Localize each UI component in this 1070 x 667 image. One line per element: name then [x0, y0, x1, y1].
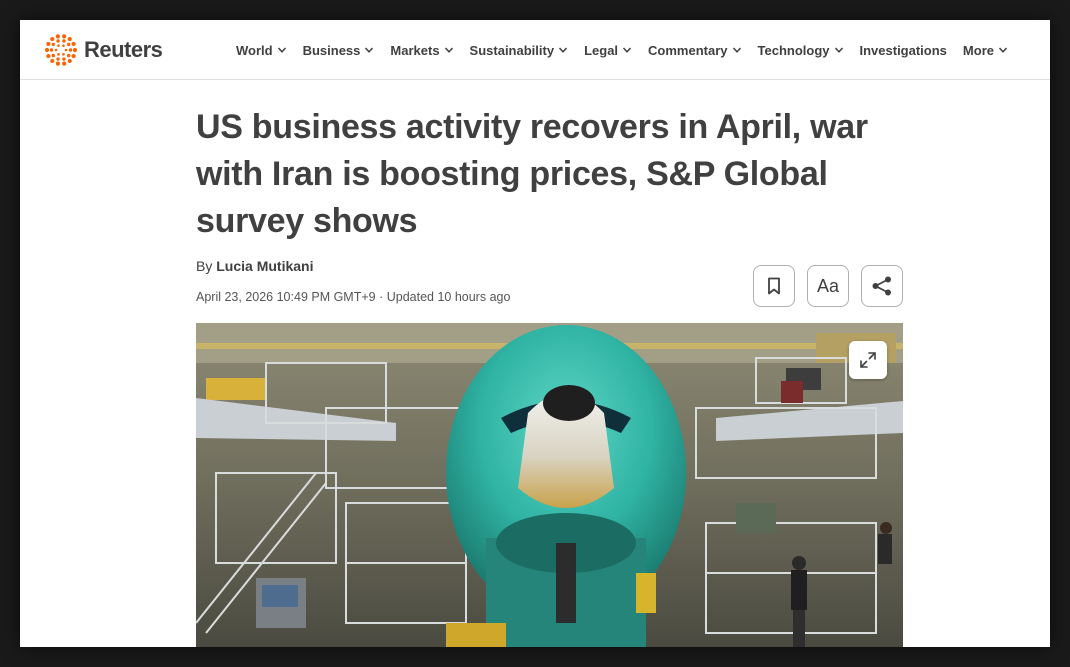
nav-item-world[interactable]: World — [236, 43, 287, 58]
browser-viewport: Reuters World Business Markets Sustainabili… — [20, 20, 1050, 647]
factory-aircraft-photo — [196, 323, 903, 647]
share-icon — [872, 276, 891, 296]
nav-item-label: Investigations — [859, 42, 947, 58]
nav-item-sustainability[interactable]: Sustainability — [470, 43, 569, 58]
nav-item-label: More — [962, 42, 994, 58]
expand-icon — [860, 352, 876, 368]
article-headline: US business activity recovers in April, … — [196, 108, 868, 240]
chevron-down-icon — [444, 47, 453, 53]
nav-item-label: Markets — [390, 42, 440, 58]
nav-item-commentary[interactable]: Commentary — [648, 43, 741, 58]
logo-wordmark: Reuters — [84, 37, 163, 62]
chevron-down-icon — [622, 47, 632, 53]
chevron-down-icon — [365, 47, 374, 53]
nav-item-more[interactable]: More — [963, 43, 1008, 58]
nav-item-label: Commentary — [648, 42, 728, 58]
bookmark-button[interactable] — [753, 265, 795, 307]
bookmark-icon — [768, 277, 780, 295]
nav-item-legal[interactable]: Legal — [584, 43, 632, 58]
hero-image[interactable] — [196, 323, 903, 647]
nav-item-technology[interactable]: Technology — [758, 43, 844, 58]
nav-item-label: Sustainability — [469, 42, 555, 58]
share-button[interactable] — [861, 265, 903, 307]
nav-item-label: Business — [302, 42, 361, 58]
main-nav: World Business Markets Sustainability Legal C… — [236, 20, 1008, 80]
nav-item-investigations[interactable]: Investigations — [860, 43, 947, 58]
reuters-logo[interactable]: Reuters — [44, 30, 163, 70]
byline-prefix: By — [196, 258, 213, 274]
chevron-down-icon — [732, 47, 741, 53]
reuters-logo-icon — [44, 34, 78, 66]
nav-item-business[interactable]: Business — [303, 43, 375, 58]
article-tools: Aa — [753, 265, 903, 307]
chevron-down-icon — [277, 47, 286, 53]
chevron-down-icon — [559, 47, 568, 53]
text-size-button[interactable]: Aa — [807, 265, 849, 307]
chevron-down-icon — [834, 47, 843, 53]
nav-item-label: Legal — [584, 42, 619, 58]
expand-image-button[interactable] — [849, 341, 887, 379]
byline: By Lucia Mutikani — [196, 258, 313, 274]
chevron-down-icon — [998, 47, 1008, 53]
text-size-label: Aa — [816, 275, 840, 296]
nav-item-markets[interactable]: Markets — [390, 43, 453, 58]
nav-item-label: Technology — [757, 42, 830, 58]
article-dateline: April 23, 2026 10:49 PM GMT+9 · Updated … — [196, 290, 511, 304]
author-link[interactable]: Lucia Mutikani — [216, 258, 313, 274]
site-header: Reuters World Business Markets Sustainabili… — [20, 20, 1050, 80]
nav-item-label: World — [236, 42, 273, 58]
